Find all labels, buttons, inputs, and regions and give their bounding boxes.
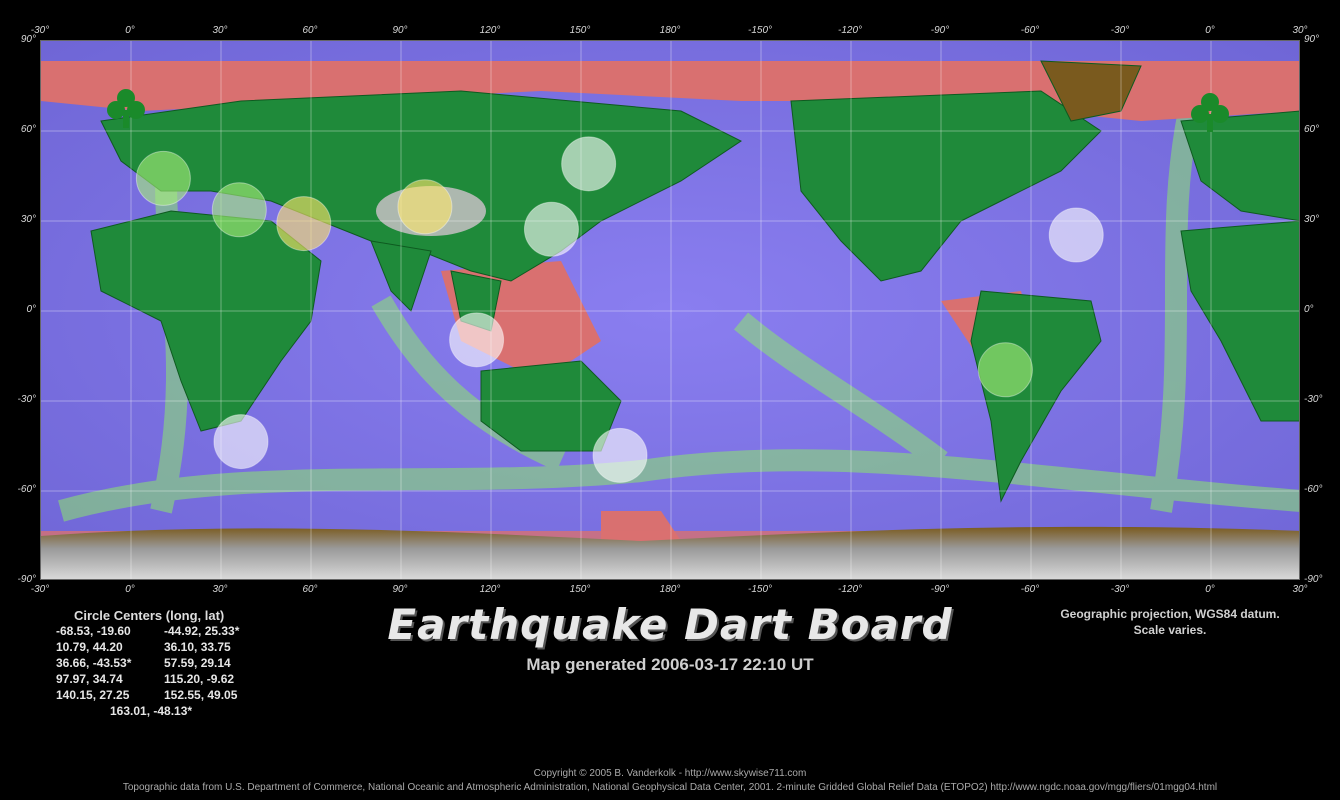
legend-cell: -44.92, 25.33*: [164, 624, 240, 638]
left-latitude-label: -90°: [17, 574, 36, 585]
data-source-credit: Topographic data from U.S. Department of…: [122, 782, 1218, 793]
left-latitude-label: 90°: [20, 34, 36, 45]
quake-circle[interactable]: [213, 414, 269, 470]
left-latitude-label: 30°: [20, 214, 36, 225]
quake-circle[interactable]: [397, 179, 453, 235]
legend-cell: 10.79, 44.20: [56, 640, 123, 654]
bottom-longitude-label: 0°: [1205, 584, 1215, 595]
legend-cell: 152.55, 49.05: [164, 688, 238, 702]
quake-circle[interactable]: [977, 342, 1033, 398]
projection-note: Geographic projection, WGS84 datum. Scal…: [1020, 606, 1320, 638]
top-longitude-label: 120°: [479, 25, 501, 36]
legend-last-entry: 163.01, -48.13*: [110, 704, 193, 718]
top-longitude-label: -90°: [930, 25, 950, 36]
right-latitude-label: 0°: [1304, 304, 1314, 315]
top-longitude-label: -60°: [1020, 25, 1040, 36]
right-latitude-label: -60°: [1304, 484, 1323, 495]
bottom-longitude-label: -60°: [1020, 584, 1040, 595]
legend-cell: 97.97, 34.74: [56, 672, 123, 686]
right-latitude-label: 90°: [1304, 34, 1320, 45]
left-latitude-label: -60°: [17, 484, 36, 495]
top-longitude-label: 0°: [1205, 25, 1215, 36]
right-latitude-label: -90°: [1304, 574, 1323, 585]
top-longitude-label: 30°: [212, 25, 228, 36]
top-longitude-label: 60°: [302, 25, 318, 36]
bottom-longitude-label: 0°: [125, 584, 135, 595]
right-latitude-label: -30°: [1304, 394, 1323, 405]
legend-cell: 115.20, -9.62: [164, 672, 235, 686]
quake-circle[interactable]: [561, 136, 617, 192]
copyright-text: Copyright © 2005 B. Vanderkolk - http://…: [533, 768, 807, 779]
scale-line: Scale varies.: [1133, 623, 1207, 637]
top-longitude-label: 0°: [125, 25, 135, 36]
world-map[interactable]: [40, 40, 1300, 580]
left-latitude-label: -30°: [17, 394, 36, 405]
page-title: Earthquake Dart Board: [387, 600, 953, 649]
bottom-longitude-label: -90°: [930, 584, 950, 595]
bottom-longitude-label: -30°: [30, 584, 50, 595]
club-icon: [1191, 93, 1229, 132]
right-latitude-label: 30°: [1304, 214, 1320, 225]
top-longitude-label: 90°: [392, 25, 408, 36]
bottom-longitude-label: 150°: [569, 584, 591, 595]
quake-circle[interactable]: [135, 150, 191, 206]
quake-circle[interactable]: [211, 182, 267, 238]
right-latitude-label: 60°: [1304, 124, 1320, 135]
bottom-longitude-label: 120°: [479, 584, 501, 595]
bottom-longitude-label: 180°: [659, 584, 681, 595]
bottom-longitude-label: -30°: [1110, 584, 1130, 595]
top-longitude-label: -120°: [837, 25, 863, 36]
legend-cell: 57.59, 29.14: [164, 656, 231, 670]
quake-circle[interactable]: [1048, 207, 1104, 263]
left-latitude-label: 0°: [26, 304, 36, 315]
left-latitude-label: 60°: [20, 124, 36, 135]
top-longitude-label: -150°: [747, 25, 773, 36]
legend-cell: 36.66, -43.53*: [56, 656, 132, 670]
legend-cell: 36.10, 33.75: [164, 640, 231, 654]
bottom-longitude-label: 30°: [1292, 584, 1308, 595]
topography-svg: [41, 41, 1299, 579]
map-generated-time: Map generated 2006-03-17 22:10 UT: [526, 655, 814, 674]
top-longitude-label: -30°: [1110, 25, 1130, 36]
bottom-longitude-label: -150°: [747, 584, 773, 595]
top-longitude-label: 150°: [569, 25, 591, 36]
quake-circle[interactable]: [592, 427, 648, 483]
quake-circle[interactable]: [523, 201, 579, 257]
top-longitude-label: 180°: [659, 25, 681, 36]
quake-circle[interactable]: [449, 312, 505, 368]
projection-line: Geographic projection, WGS84 datum.: [1060, 607, 1280, 621]
bottom-longitude-label: 90°: [392, 584, 408, 595]
bottom-longitude-label: -120°: [837, 584, 863, 595]
quake-circle[interactable]: [276, 196, 332, 252]
legend-cell: -68.53, -19.60: [56, 624, 131, 638]
legend-cell: 140.15, 27.25: [56, 688, 130, 702]
bottom-longitude-label: 60°: [302, 584, 318, 595]
club-icon: [107, 89, 145, 128]
bottom-longitude-label: 30°: [212, 584, 228, 595]
legend-title: Circle Centers (long, lat): [74, 608, 225, 623]
